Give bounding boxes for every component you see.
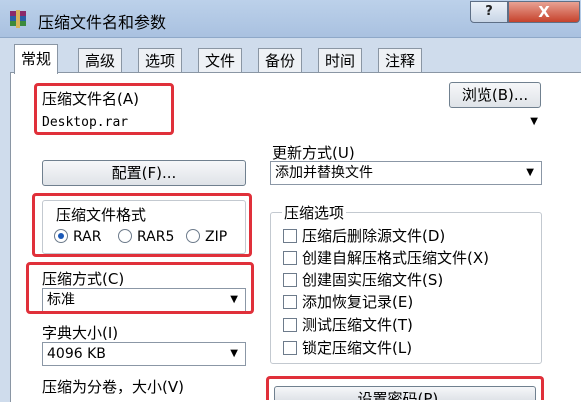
update-mode-select[interactable]: 添加并替换文件 ▼: [270, 161, 542, 185]
dictionary-size-select[interactable]: 4096 KB ▼: [42, 342, 246, 366]
update-mode-value: 添加并替换文件: [275, 165, 373, 181]
set-password-label: 设置密码(P)...: [357, 390, 453, 400]
archive-options-label: 压缩选项: [282, 202, 347, 223]
browse-button[interactable]: 浏览(B)...: [449, 82, 541, 108]
chevron-down-icon[interactable]: ▼: [530, 110, 538, 134]
radio-zip[interactable]: ZIP: [186, 228, 227, 246]
compression-method-label: 压缩方式(C): [42, 270, 125, 288]
checkbox-sfx-label: 创建自解压格式压缩文件(X): [302, 249, 489, 267]
chevron-down-icon: ▼: [526, 167, 534, 178]
tab-time[interactable]: 时间: [318, 48, 363, 74]
tab-backup[interactable]: 备份: [258, 48, 303, 74]
radio-rar5[interactable]: RAR5: [118, 228, 174, 246]
tab-advanced[interactable]: 高级: [78, 48, 123, 74]
archive-name-value: Desktop.rar: [42, 115, 129, 130]
radio-rar[interactable]: RAR: [54, 228, 101, 246]
radio-zip-label: ZIP: [205, 229, 228, 245]
checkbox-icon: [283, 295, 297, 309]
chevron-down-icon: ▼: [230, 348, 238, 359]
dictionary-size-value: 4096 KB: [47, 346, 106, 362]
archive-format-label: 压缩文件格式: [54, 204, 149, 225]
radio-unselected-icon: [118, 229, 132, 243]
update-mode-label: 更新方式(U): [272, 144, 355, 162]
help-button[interactable]: ?: [470, 1, 508, 23]
checkbox-delete-after[interactable]: 压缩后删除源文件(D): [283, 226, 445, 246]
title-bar[interactable]: 压缩文件名和参数 ? X: [0, 0, 581, 38]
tab-files[interactable]: 文件: [198, 48, 243, 74]
close-button[interactable]: X: [508, 1, 580, 23]
dictionary-size-label: 字典大小(I): [42, 324, 119, 342]
tab-options[interactable]: 选项: [138, 48, 183, 74]
checkbox-test-label: 测试压缩文件(T): [302, 316, 413, 334]
checkbox-icon: [283, 229, 297, 243]
compression-method-select[interactable]: 标准 ▼: [42, 288, 246, 312]
checkbox-lock[interactable]: 锁定压缩文件(L): [283, 338, 412, 358]
checkbox-recovery[interactable]: 添加恢复记录(E): [283, 292, 413, 312]
tab-strip: 常规 高级 选项 文件 备份 时间 注释: [0, 44, 581, 74]
set-password-button[interactable]: 设置密码(P)...: [274, 386, 536, 400]
checkbox-icon: [283, 341, 297, 355]
compression-method-value: 标准: [47, 292, 75, 308]
checkbox-sfx[interactable]: 创建自解压格式压缩文件(X): [283, 248, 489, 268]
profiles-button[interactable]: 配置(F)...: [42, 160, 246, 186]
radio-selected-icon: [54, 229, 68, 243]
checkbox-solid[interactable]: 创建固实压缩文件(S): [283, 270, 443, 290]
split-volumes-label: 压缩为分卷，大小(V): [42, 378, 184, 396]
checkbox-icon: [283, 273, 297, 287]
window-title: 压缩文件名和参数: [38, 13, 167, 32]
checkbox-delete-after-label: 压缩后删除源文件(D): [302, 227, 446, 245]
radio-rar5-label: RAR5: [137, 229, 175, 245]
winrar-app-icon: [8, 9, 28, 29]
checkbox-lock-label: 锁定压缩文件(L): [302, 339, 413, 357]
tab-comment[interactable]: 注释: [378, 48, 423, 74]
archive-name-combo[interactable]: Desktop.rar ▼: [42, 110, 542, 134]
radio-rar-label: RAR: [73, 229, 102, 245]
checkbox-icon: [283, 251, 297, 265]
tab-general[interactable]: 常规: [14, 44, 59, 74]
checkbox-solid-label: 创建固实压缩文件(S): [302, 271, 444, 289]
radio-unselected-icon: [186, 229, 200, 243]
checkbox-test[interactable]: 测试压缩文件(T): [283, 315, 413, 335]
checkbox-icon: [283, 318, 297, 332]
checkbox-recovery-label: 添加恢复记录(E): [302, 293, 414, 311]
chevron-down-icon: ▼: [230, 294, 238, 305]
archive-name-label: 压缩文件名(A): [42, 90, 139, 108]
